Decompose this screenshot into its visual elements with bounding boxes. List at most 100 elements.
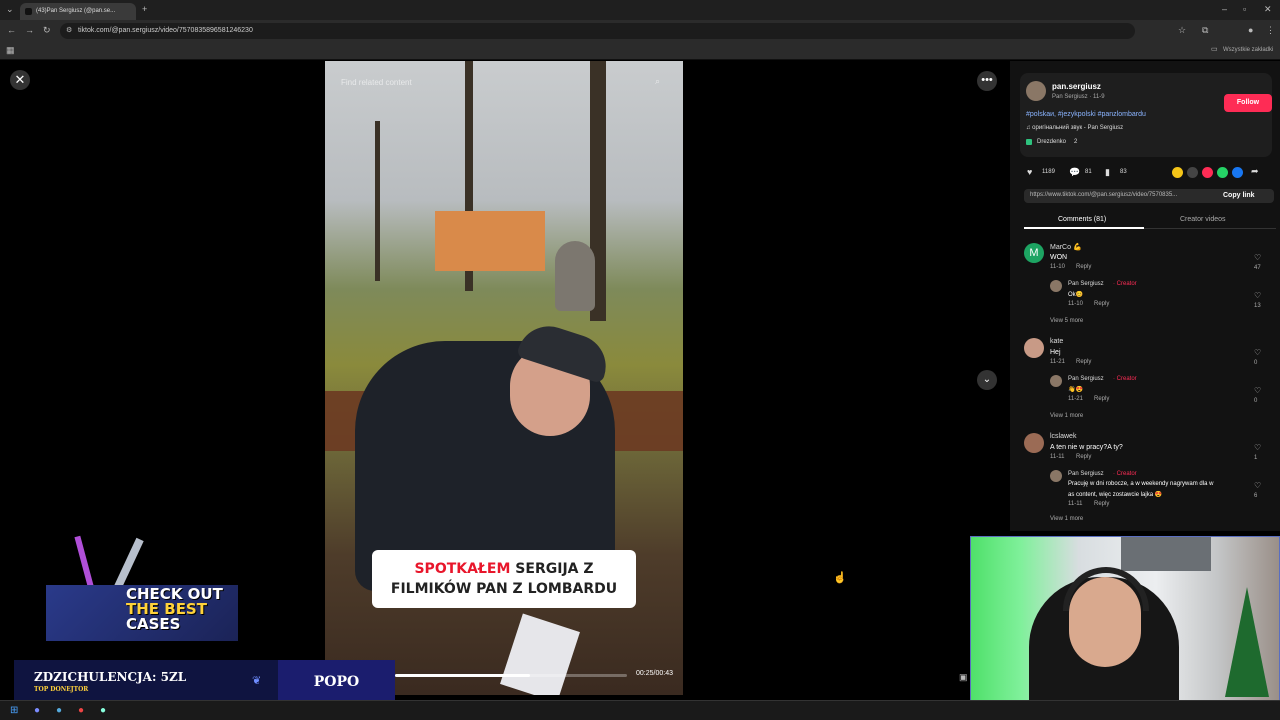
creator-avatar[interactable] — [1050, 470, 1062, 482]
video-link[interactable]: https://www.tiktok.com/@pan.sergiusz/vid… — [1030, 192, 1177, 198]
close-video-button[interactable]: ✕ — [10, 70, 30, 90]
search-icon[interactable]: ⌕ — [655, 76, 660, 87]
headset — [1063, 567, 1149, 611]
cursor-icon: ☝ — [833, 572, 847, 584]
reply-button[interactable]: Reply — [1076, 264, 1091, 270]
menu-icon[interactable]: ⋮ — [1266, 26, 1275, 35]
forward-icon[interactable]: → — [25, 26, 34, 35]
comment-date: 11-11 — [1050, 454, 1065, 460]
reply-heart-icon[interactable]: ♡ — [1254, 481, 1261, 490]
share-arrow-icon[interactable]: ➦ — [1251, 166, 1259, 177]
reply-heart-icon[interactable]: ♡ — [1254, 291, 1261, 300]
address-bar-row: ← → ↻ ⚙ tiktok.com/@pan.sergiusz/video/7… — [0, 20, 1280, 42]
comment-thread: kate Hej 11-21 Reply ♡ 0 Pan Sergiusz · … — [1024, 336, 1274, 421]
tab-comments[interactable]: Comments (81) — [1058, 216, 1106, 223]
comment-author[interactable]: kate — [1050, 338, 1063, 345]
caption-red-word: SPOTKAŁEM — [414, 561, 511, 577]
promo-line3: CASES — [126, 615, 181, 633]
tree-trunk — [375, 121, 380, 281]
author-card: pan.sergiusz Pan Sergiusz · 11-9 Follow … — [1020, 73, 1272, 157]
reply-button[interactable]: Reply — [1094, 501, 1109, 507]
site-info-icon[interactable]: ⚙ — [66, 27, 72, 34]
reply-text: Pracuję w dni robocze, a w weekendy nagr… — [1068, 481, 1214, 487]
profile-icon[interactable]: ● — [1248, 26, 1253, 35]
tab-list-icon[interactable]: ⌄ — [6, 5, 14, 14]
reply-author[interactable]: Pan Sergiusz — [1068, 281, 1104, 287]
close-window-icon[interactable]: ✕ — [1264, 5, 1272, 14]
reload-icon[interactable]: ↻ — [43, 26, 51, 35]
reply-author[interactable]: Pan Sergiusz — [1068, 471, 1104, 477]
heart-icon[interactable]: ♥ — [1027, 167, 1032, 177]
donation-bar: ZDZICHULENCJA: 5ZL TOP DONEJTOR ❦ POPO — [14, 660, 395, 704]
captions-icon[interactable]: ▣ — [959, 672, 968, 683]
chrome-icon[interactable]: ● — [78, 705, 84, 716]
creator-avatar[interactable] — [1050, 280, 1062, 292]
sound-link[interactable]: ♫ оригінальний звук - Pan Sergiusz — [1026, 125, 1123, 131]
comment-icon[interactable]: 💬 — [1069, 167, 1080, 178]
next-video-button[interactable]: ⌄ — [977, 370, 997, 390]
author-avatar[interactable] — [1026, 81, 1046, 101]
bookmark-icon[interactable]: ▮ — [1105, 167, 1110, 178]
comment-date: 11-21 — [1050, 359, 1065, 365]
hashtags[interactable]: #polskaи, #jezykpolski #panzlombardu — [1026, 111, 1146, 118]
comment-heart-icon[interactable]: ♡ — [1254, 253, 1261, 262]
creator-tag: · Creator — [1113, 281, 1137, 287]
discord-icon[interactable]: ● — [34, 705, 40, 716]
whatsapp-icon[interactable] — [1217, 167, 1228, 178]
minimize-icon[interactable]: – — [1222, 5, 1227, 14]
url-input[interactable]: ⚙ tiktok.com/@pan.sergiusz/video/7570835… — [60, 23, 1135, 39]
new-tab-icon[interactable]: + — [142, 5, 147, 14]
reply-button[interactable]: Reply — [1094, 396, 1109, 402]
share-coin-icon[interactable] — [1172, 167, 1183, 178]
commenter-avatar[interactable] — [1024, 338, 1044, 358]
browser-tab[interactable]: (43)Pan Sergiusz (@pan.se... — [20, 3, 136, 20]
back-icon[interactable]: ← — [7, 26, 16, 35]
video-player[interactable]: Find related content ⌕ SPOTKAŁEM SERGIJA… — [325, 61, 683, 695]
view-more-replies[interactable]: View 1 more — [1050, 516, 1083, 522]
commenter-avatar[interactable] — [1024, 433, 1044, 453]
commenter-avatar[interactable]: M — [1024, 243, 1044, 263]
progress-bar[interactable] — [395, 674, 627, 677]
promo-text: CHECK OUT THE BEST CASES — [126, 587, 223, 632]
maximize-icon[interactable]: ▫ — [1243, 5, 1246, 14]
comment-heart-icon[interactable]: ♡ — [1254, 348, 1261, 357]
reply-button[interactable]: Reply — [1076, 454, 1091, 460]
comment-heart-icon[interactable]: ♡ — [1254, 443, 1261, 452]
apps-grid-icon[interactable]: ▦ — [6, 46, 15, 55]
view-more-replies[interactable]: View 1 more — [1050, 413, 1083, 419]
comment-text: WON — [1050, 254, 1068, 261]
copy-link-button[interactable]: Copy link — [1223, 192, 1255, 199]
app-icon[interactable]: ● — [100, 705, 106, 716]
embed-icon[interactable] — [1187, 167, 1198, 178]
reply-heart-icon[interactable]: ♡ — [1254, 386, 1261, 395]
comment-author[interactable]: lcslawek — [1050, 433, 1076, 440]
video-time: 00:25/00:43 — [636, 670, 673, 677]
extensions-icon[interactable]: ⧉ — [1202, 26, 1208, 35]
app-icon[interactable]: ● — [56, 705, 62, 716]
tab-creator-videos[interactable]: Creator videos — [1180, 216, 1226, 223]
stone — [555, 241, 595, 311]
author-username[interactable]: pan.sergiusz — [1052, 82, 1101, 91]
comment-text: Hej — [1050, 349, 1061, 356]
view-more-replies[interactable]: View 5 more — [1050, 318, 1083, 324]
location-label[interactable]: Drezdenko — [1037, 139, 1066, 145]
bookmarks-bar: ▦ ▭ Wszystkie zakładki — [0, 42, 1280, 60]
browser-tab-bar: ⌄ (43)Pan Sergiusz (@pan.se... + – ▫ ✕ — [0, 0, 1280, 20]
comment-author[interactable]: MarCo 💪 — [1050, 243, 1082, 251]
creator-avatar[interactable] — [1050, 375, 1062, 387]
folder-icon[interactable]: ▭ — [1211, 46, 1218, 53]
facebook-icon[interactable] — [1232, 167, 1243, 178]
like-count: 1189 — [1042, 169, 1055, 175]
more-options-button[interactable]: ••• — [977, 71, 997, 91]
windows-start-icon[interactable]: ⊞ — [10, 705, 18, 716]
all-bookmarks-label[interactable]: Wszystkie zakładki — [1223, 47, 1273, 53]
reply-button[interactable]: Reply — [1094, 301, 1109, 307]
location-count[interactable]: 2 — [1074, 139, 1077, 145]
reply-button[interactable]: Reply — [1076, 359, 1091, 365]
reply-author[interactable]: Pan Sergiusz — [1068, 376, 1104, 382]
send-icon[interactable] — [1202, 167, 1213, 178]
search-related-input[interactable]: Find related content — [341, 78, 412, 87]
follow-button[interactable]: Follow — [1224, 94, 1272, 112]
bookmark-star-icon[interactable]: ☆ — [1178, 26, 1186, 35]
webcam-overlay — [970, 536, 1280, 712]
